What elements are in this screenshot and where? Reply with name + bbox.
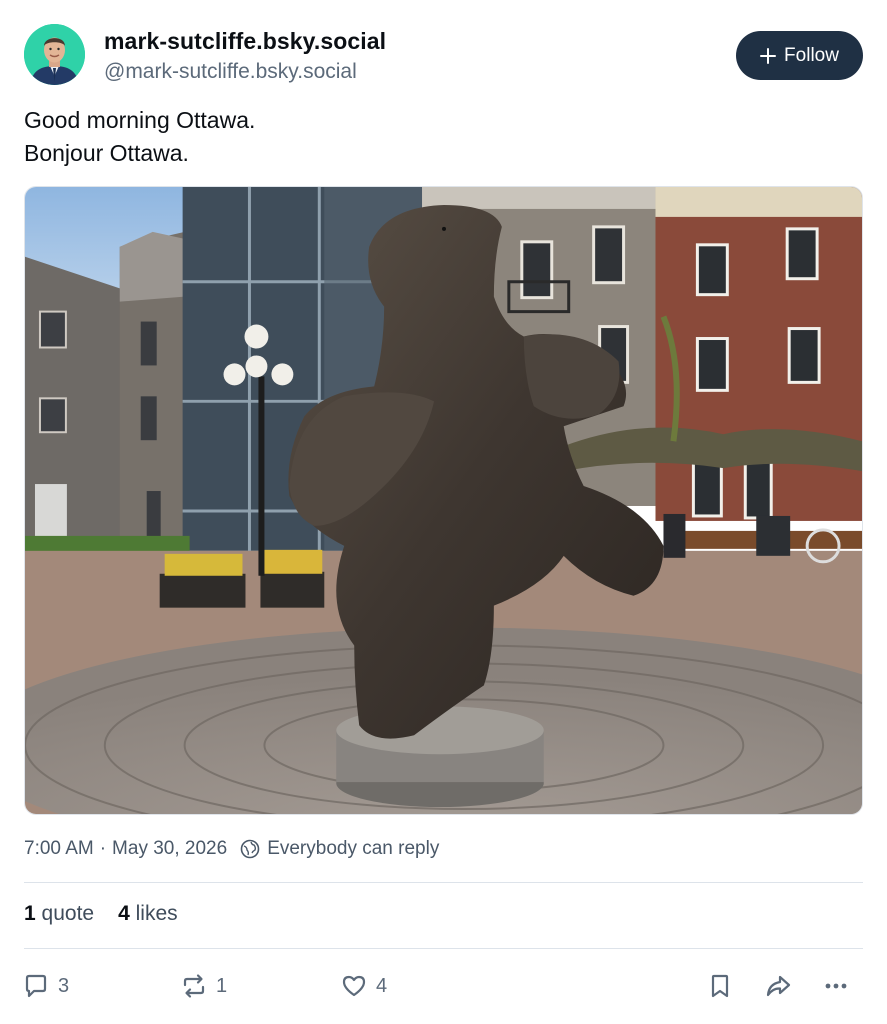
bookmark-icon	[711, 974, 729, 998]
quotes-label: quote	[41, 902, 95, 925]
globe-icon	[240, 839, 260, 859]
plus-icon	[760, 47, 777, 64]
like-count: 4	[376, 974, 388, 997]
meta-separator: ·	[99, 838, 107, 859]
divider	[24, 882, 863, 883]
avatar[interactable]	[24, 24, 85, 85]
post-text: Good morning Ottawa. Bonjour Ottawa.	[24, 104, 255, 170]
bear-sculpture-photo	[25, 187, 862, 814]
follow-button[interactable]: Follow	[736, 31, 863, 80]
like-button[interactable]: 4	[340, 968, 387, 1004]
post-stats: 1 quote 4 likes	[24, 902, 178, 926]
post-date[interactable]: May 30, 2026	[112, 838, 227, 860]
share-icon	[766, 975, 791, 997]
reply-count: 3	[58, 974, 70, 997]
likes-stat[interactable]: 4 likes	[118, 902, 178, 926]
likes-label: likes	[135, 902, 178, 925]
reply-icon	[25, 974, 47, 998]
post-thread-view: mark-sutcliffe.bsky.social @mark-sutclif…	[0, 0, 887, 1024]
quotes-count: 1	[24, 902, 36, 925]
follow-button-label: Follow	[784, 44, 839, 66]
post-text-line: Bonjour Ottawa.	[24, 140, 189, 166]
quotes-stat[interactable]: 1 quote	[24, 902, 94, 926]
divider	[24, 948, 863, 949]
post-image[interactable]	[24, 186, 863, 815]
avatar-image	[24, 24, 85, 85]
author-handle[interactable]: @mark-sutcliffe.bsky.social	[104, 58, 386, 86]
reply-button[interactable]: 3	[22, 968, 69, 1004]
post-time[interactable]: 7:00 AM	[24, 838, 94, 860]
more-options-button[interactable]	[822, 968, 850, 1004]
post-meta: 7:00 AM · May 30, 2026 Everybody can rep…	[24, 838, 439, 860]
author-info: mark-sutcliffe.bsky.social @mark-sutclif…	[104, 26, 386, 86]
repost-icon	[183, 974, 205, 998]
share-button[interactable]	[764, 968, 792, 1004]
bookmark-button[interactable]	[706, 968, 734, 1004]
more-icon	[825, 983, 847, 989]
reply-setting[interactable]: Everybody can reply	[267, 838, 439, 860]
likes-count: 4	[118, 902, 130, 925]
post-text-line: Good morning Ottawa.	[24, 107, 256, 133]
repost-count: 1	[216, 974, 228, 997]
like-icon	[342, 975, 366, 997]
repost-button[interactable]: 1	[180, 968, 227, 1004]
author-display-name[interactable]: mark-sutcliffe.bsky.social	[104, 26, 386, 56]
